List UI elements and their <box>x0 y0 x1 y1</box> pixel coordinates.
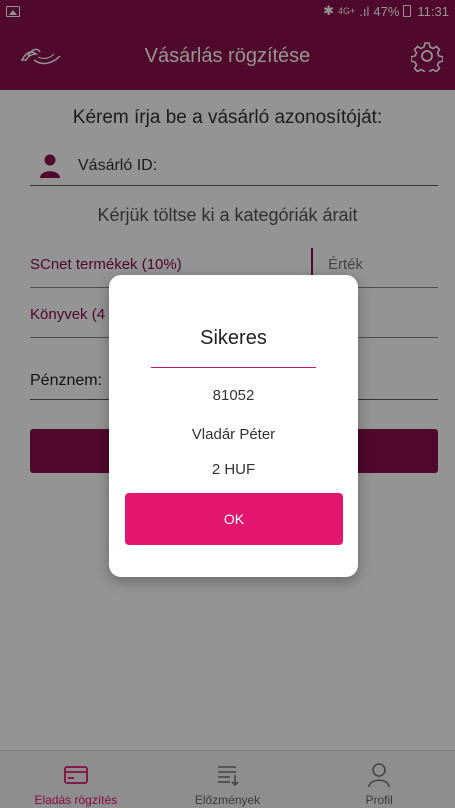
dialog-divider <box>151 367 316 368</box>
purchase-amount: 2 HUF <box>211 461 256 478</box>
customer-name: Vladár Péter <box>191 426 276 443</box>
ok-button[interactable]: OK <box>125 493 343 545</box>
dialog-title: Sikeres <box>200 327 267 349</box>
success-dialog: Sikeres 81052 Vladár Péter 2 HUF OK <box>109 275 358 577</box>
customer-code: 81052 <box>212 387 255 404</box>
